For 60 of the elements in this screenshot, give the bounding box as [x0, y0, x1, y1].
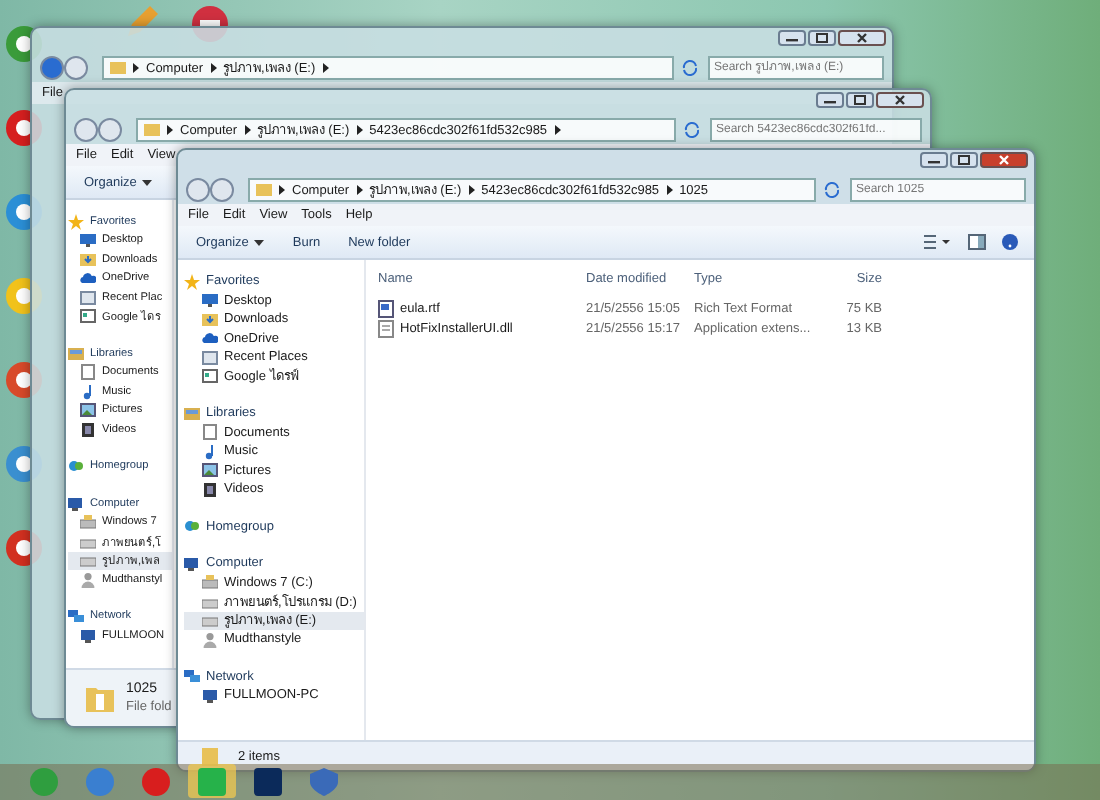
- film-icon: [80, 421, 96, 438]
- computer-icon: [80, 627, 96, 644]
- chevron-icon: [278, 184, 286, 196]
- user-icon: [202, 631, 218, 648]
- file-icon: [378, 319, 394, 338]
- music-note-icon: [202, 443, 218, 460]
- minimize-icon: [816, 92, 844, 108]
- caret-icon: [142, 179, 153, 185]
- folder-icon: [256, 182, 272, 198]
- help-icon: [1002, 234, 1018, 250]
- square-icon: [254, 767, 282, 795]
- network-icon: [184, 668, 200, 685]
- picture-icon: [80, 402, 96, 419]
- refresh-icon: [680, 58, 700, 78]
- chevron-icon: [243, 124, 252, 136]
- chevron-icon: [355, 124, 364, 136]
- star-icon: [68, 213, 84, 230]
- chevron-icon: [321, 62, 330, 74]
- shield-icon: [310, 767, 338, 795]
- refresh-icon: [822, 180, 842, 200]
- maximize-icon: [808, 30, 836, 46]
- document-icon: [202, 424, 218, 441]
- folder-icon: [184, 405, 200, 422]
- folder-icon: [80, 251, 96, 268]
- chevron-icon: [355, 184, 364, 196]
- user-icon: [80, 571, 96, 588]
- chevron-icon: [166, 124, 174, 136]
- picture-icon: [202, 462, 218, 479]
- film-icon: [202, 481, 218, 498]
- folder-icon: [110, 60, 126, 76]
- folder-icon: [68, 345, 84, 362]
- music-note-icon: [80, 383, 96, 400]
- monitor-icon: [202, 292, 218, 309]
- chevron-icon: [209, 62, 218, 74]
- cloud-icon: [80, 270, 96, 287]
- caret-icon: [254, 239, 265, 245]
- chevron-icon: [553, 124, 562, 136]
- monitor-icon: [80, 232, 96, 249]
- document-icon: [378, 300, 394, 319]
- back-button-icon: [186, 178, 238, 202]
- maximize-icon: [846, 92, 874, 108]
- chevron-icon: [467, 184, 476, 196]
- view-options-icon: [924, 234, 952, 250]
- computer-icon: [68, 495, 84, 512]
- computer-icon: [202, 687, 218, 704]
- network-icon: [68, 608, 84, 625]
- minimize-icon: [778, 30, 806, 46]
- chevron-icon: [132, 62, 140, 74]
- star-icon: [184, 273, 200, 290]
- folder-icon: [202, 311, 218, 328]
- chevron-icon: [665, 184, 674, 196]
- refresh-icon: [682, 120, 702, 140]
- computer-icon: [184, 555, 200, 572]
- folder-icon: [86, 684, 114, 712]
- back-button-icon: [74, 118, 126, 142]
- back-button-icon: [40, 56, 92, 80]
- folder-icon: [144, 122, 160, 138]
- document-icon: [80, 364, 96, 381]
- cloud-icon: [202, 330, 218, 347]
- preview-pane-icon: [968, 234, 986, 250]
